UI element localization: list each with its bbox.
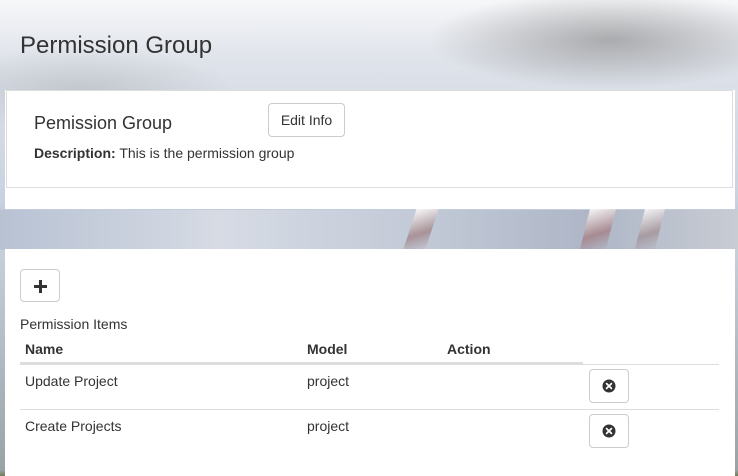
row-model-cell: project <box>307 418 350 434</box>
column-header-name: Name <box>25 341 64 357</box>
table-row-divider <box>20 364 719 365</box>
row-name-cell: Create Projects <box>25 418 122 434</box>
description-value: This is the permission group <box>119 145 295 161</box>
page-title: Permission Group <box>20 32 213 59</box>
group-info-box <box>6 90 733 188</box>
background-photo-detail <box>634 208 666 250</box>
edit-info-button[interactable]: Edit Info <box>268 103 345 137</box>
remove-circle-icon <box>602 424 616 438</box>
remove-item-button[interactable] <box>589 414 629 448</box>
group-description: Description: This is the permission grou… <box>34 144 294 162</box>
table-caption: Permission Items <box>20 316 128 332</box>
plus-icon <box>34 279 47 293</box>
add-permission-item-button[interactable] <box>20 269 60 302</box>
column-header-model: Model <box>307 341 348 357</box>
background-photo-detail <box>579 208 617 250</box>
remove-item-button[interactable] <box>589 369 629 403</box>
row-model-cell: project <box>307 373 350 389</box>
description-label: Description: <box>34 145 116 161</box>
column-header-action: Action <box>447 341 491 357</box>
table-row-divider <box>20 409 719 410</box>
background-photo-detail <box>403 208 439 250</box>
group-name: Pemission Group <box>34 113 173 133</box>
remove-circle-icon <box>602 379 616 393</box>
background-photo-band <box>0 210 738 250</box>
row-name-cell: Update Project <box>25 373 118 389</box>
